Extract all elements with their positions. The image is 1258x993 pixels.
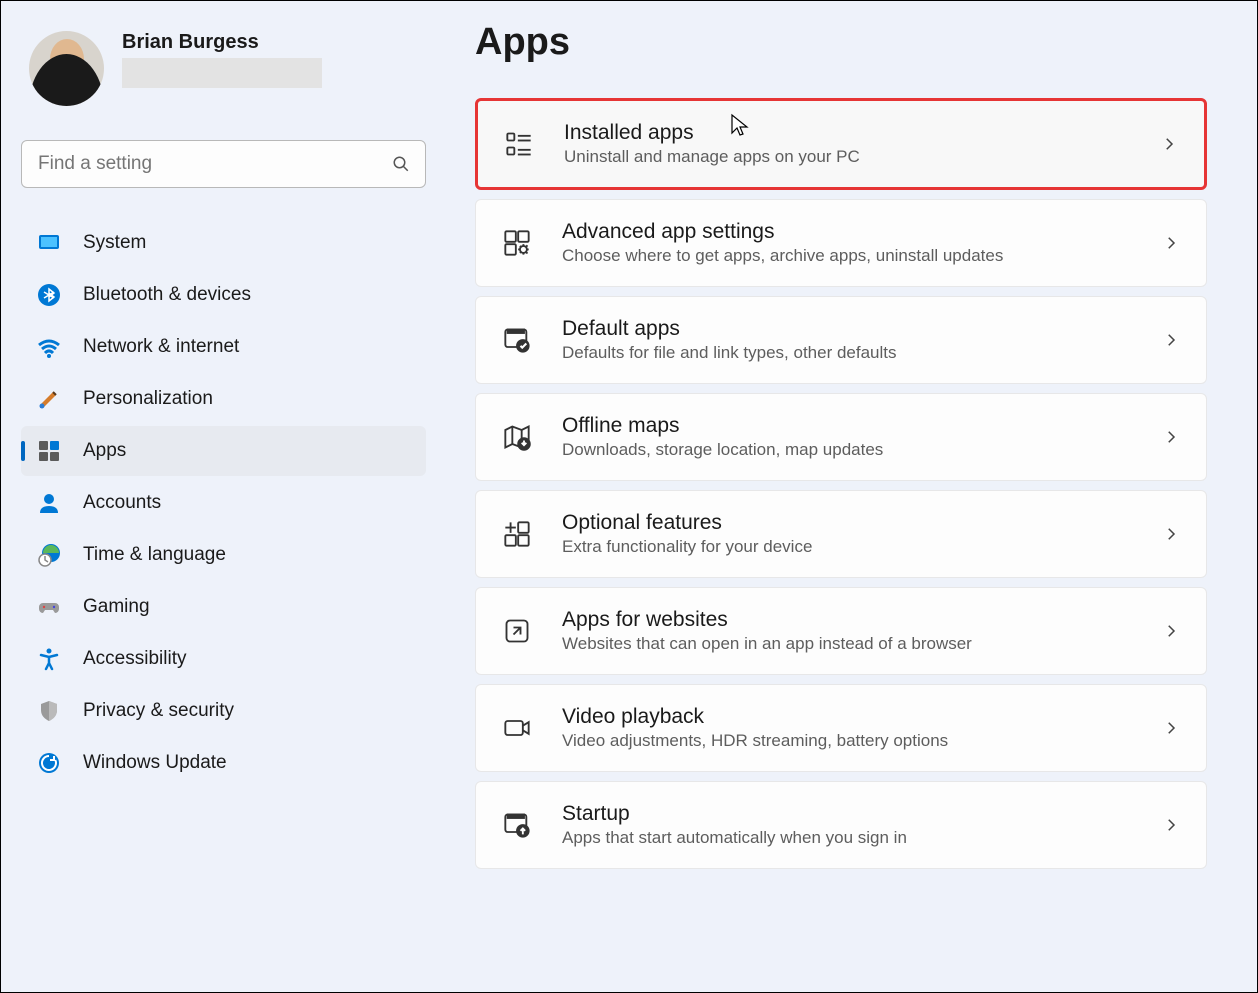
nav-label: Windows Update — [83, 752, 227, 774]
card-default-apps[interactable]: Default apps Defaults for file and link … — [475, 296, 1207, 384]
sidebar-item-time[interactable]: Time & language — [21, 530, 426, 580]
card-content: Startup Apps that start automatically wh… — [562, 802, 1132, 848]
bluetooth-icon — [37, 283, 61, 307]
nav-label: Time & language — [83, 544, 226, 566]
card-installed-apps[interactable]: Installed apps Uninstall and manage apps… — [475, 98, 1207, 190]
sidebar-item-update[interactable]: Windows Update — [21, 738, 426, 788]
card-title: Default apps — [562, 317, 1132, 341]
startup-icon — [502, 810, 532, 840]
accounts-icon — [37, 491, 61, 515]
card-desc: Apps that start automatically when you s… — [562, 828, 1132, 848]
nav-label: Personalization — [83, 388, 213, 410]
system-icon — [37, 231, 61, 255]
card-content: Video playback Video adjustments, HDR st… — [562, 705, 1132, 751]
nav-label: Apps — [83, 440, 126, 462]
card-advanced-app-settings[interactable]: Advanced app settings Choose where to ge… — [475, 199, 1207, 287]
nav-label: Accessibility — [83, 648, 186, 670]
card-title: Installed apps — [564, 121, 1130, 145]
search-wrapper — [21, 140, 426, 188]
sidebar-item-bluetooth[interactable]: Bluetooth & devices — [21, 270, 426, 320]
gaming-icon — [37, 595, 61, 619]
nav-label: Network & internet — [83, 336, 239, 358]
card-content: Optional features Extra functionality fo… — [562, 511, 1132, 557]
nav-list: System Bluetooth & devices Network & int… — [21, 218, 426, 788]
user-info: Brian Burgess — [122, 31, 322, 88]
sidebar-item-network[interactable]: Network & internet — [21, 322, 426, 372]
default-apps-icon — [502, 325, 532, 355]
sidebar-item-system[interactable]: System — [21, 218, 426, 268]
card-desc: Extra functionality for your device — [562, 537, 1132, 557]
card-desc: Websites that can open in an app instead… — [562, 634, 1132, 654]
card-title: Offline maps — [562, 414, 1132, 438]
apps-websites-icon — [502, 616, 532, 646]
card-desc: Downloads, storage location, map updates — [562, 440, 1132, 460]
card-content: Offline maps Downloads, storage location… — [562, 414, 1132, 460]
card-offline-maps[interactable]: Offline maps Downloads, storage location… — [475, 393, 1207, 481]
accessibility-icon — [37, 647, 61, 671]
search-icon — [392, 155, 410, 173]
chevron-right-icon — [1162, 428, 1180, 446]
card-apps-for-websites[interactable]: Apps for websites Websites that can open… — [475, 587, 1207, 675]
time-icon — [37, 543, 61, 567]
card-content: Default apps Defaults for file and link … — [562, 317, 1132, 363]
nav-label: Privacy & security — [83, 700, 234, 722]
chevron-right-icon — [1162, 719, 1180, 737]
nav-label: Accounts — [83, 492, 161, 514]
sidebar-item-privacy[interactable]: Privacy & security — [21, 686, 426, 736]
card-desc: Uninstall and manage apps on your PC — [564, 147, 1130, 167]
user-profile[interactable]: Brian Burgess — [21, 21, 426, 116]
offline-maps-icon — [502, 422, 532, 452]
chevron-right-icon — [1162, 816, 1180, 834]
chevron-right-icon — [1162, 331, 1180, 349]
card-title: Video playback — [562, 705, 1132, 729]
nav-label: Gaming — [83, 596, 150, 618]
sidebar: Brian Burgess System Bluetooth & devices — [1, 1, 441, 992]
network-icon — [37, 335, 61, 359]
chevron-right-icon — [1162, 525, 1180, 543]
card-content: Apps for websites Websites that can open… — [562, 608, 1132, 654]
card-title: Advanced app settings — [562, 220, 1132, 244]
apps-icon — [37, 439, 61, 463]
card-title: Optional features — [562, 511, 1132, 535]
nav-label: System — [83, 232, 146, 254]
search-input[interactable] — [21, 140, 426, 188]
sidebar-item-apps[interactable]: Apps — [21, 426, 426, 476]
nav-label: Bluetooth & devices — [83, 284, 251, 306]
sidebar-item-accessibility[interactable]: Accessibility — [21, 634, 426, 684]
personalization-icon — [37, 387, 61, 411]
card-desc: Defaults for file and link types, other … — [562, 343, 1132, 363]
advanced-settings-icon — [502, 228, 532, 258]
sidebar-item-accounts[interactable]: Accounts — [21, 478, 426, 528]
card-content: Advanced app settings Choose where to ge… — [562, 220, 1132, 266]
chevron-right-icon — [1162, 234, 1180, 252]
installed-apps-icon — [504, 129, 534, 159]
chevron-right-icon — [1162, 622, 1180, 640]
user-email-placeholder — [122, 58, 322, 88]
avatar — [29, 31, 104, 106]
card-startup[interactable]: Startup Apps that start automatically wh… — [475, 781, 1207, 869]
optional-features-icon — [502, 519, 532, 549]
update-icon — [37, 751, 61, 775]
card-title: Apps for websites — [562, 608, 1132, 632]
sidebar-item-gaming[interactable]: Gaming — [21, 582, 426, 632]
chevron-right-icon — [1160, 135, 1178, 153]
sidebar-item-personalization[interactable]: Personalization — [21, 374, 426, 424]
card-video-playback[interactable]: Video playback Video adjustments, HDR st… — [475, 684, 1207, 772]
user-name: Brian Burgess — [122, 31, 322, 54]
main-content: Apps Installed apps Uninstall and manage… — [441, 1, 1257, 992]
page-title: Apps — [475, 21, 1207, 64]
card-desc: Video adjustments, HDR streaming, batter… — [562, 731, 1132, 751]
card-desc: Choose where to get apps, archive apps, … — [562, 246, 1132, 266]
card-title: Startup — [562, 802, 1132, 826]
cards-list: Installed apps Uninstall and manage apps… — [475, 98, 1207, 869]
card-optional-features[interactable]: Optional features Extra functionality fo… — [475, 490, 1207, 578]
video-playback-icon — [502, 713, 532, 743]
card-content: Installed apps Uninstall and manage apps… — [564, 121, 1130, 167]
privacy-icon — [37, 699, 61, 723]
